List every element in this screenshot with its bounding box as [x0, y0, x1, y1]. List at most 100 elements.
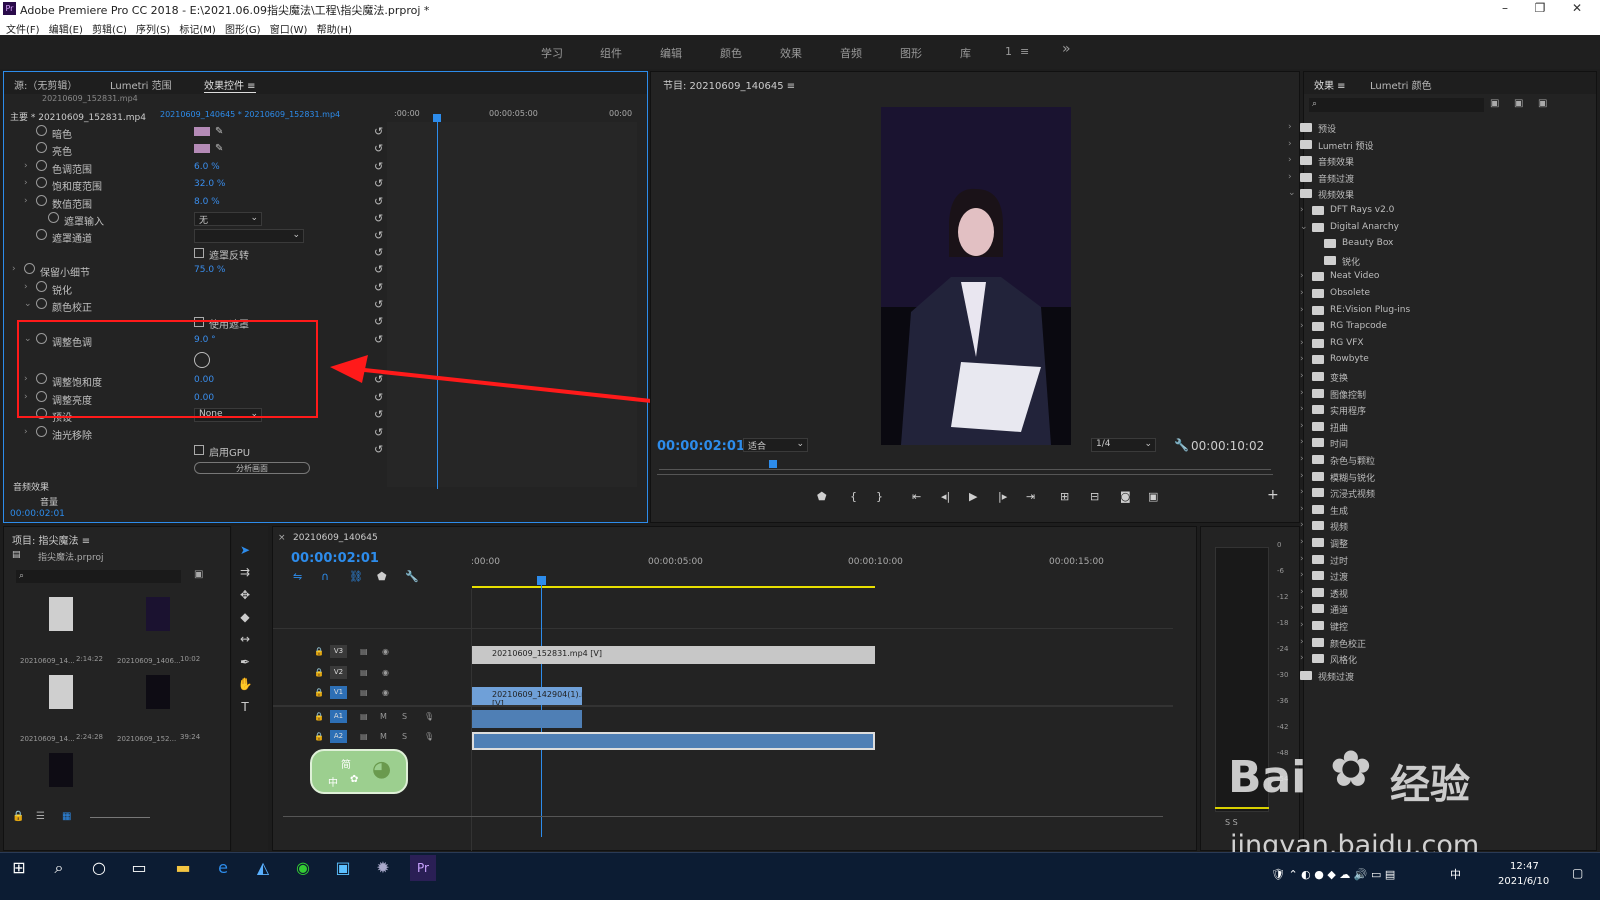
- reset-icon[interactable]: ↺: [374, 142, 383, 155]
- effects-tree-item[interactable]: › Lumetri 预设: [1288, 138, 1568, 154]
- reset-icon[interactable]: ↺: [374, 298, 383, 311]
- mute-icon[interactable]: M: [380, 732, 387, 741]
- effects-tree-item[interactable]: 锐化: [1288, 254, 1568, 270]
- selection-tool-icon[interactable]: ➤: [236, 543, 254, 561]
- go-to-in-icon[interactable]: ⇤: [912, 490, 921, 503]
- stopwatch-icon[interactable]: [36, 298, 47, 309]
- icon-view-icon[interactable]: ▦: [62, 811, 71, 822]
- wrench-icon[interactable]: 🔧: [1174, 438, 1189, 452]
- effect-playhead-handle[interactable]: [433, 114, 441, 122]
- menu-sequence[interactable]: 序列(S): [136, 21, 170, 36]
- expand-arrow-icon[interactable]: ›: [1300, 637, 1304, 647]
- effect-property-row[interactable]: 遮罩输入无 ⌄ ↺: [12, 211, 392, 228]
- step-forward-icon[interactable]: |▸: [998, 490, 1007, 503]
- reset-icon[interactable]: ↺: [374, 281, 383, 294]
- menu-help[interactable]: 帮助(H): [317, 21, 352, 36]
- workspace-tab[interactable]: 图形: [900, 45, 922, 61]
- pen-tool-icon[interactable]: ✒: [236, 655, 254, 673]
- microphone-icon[interactable]: 🎙: [424, 712, 434, 721]
- checkbox[interactable]: [194, 248, 204, 258]
- work-area-bar[interactable]: [472, 586, 875, 588]
- effects-tree-item[interactable]: › Neat Video: [1288, 270, 1568, 286]
- stopwatch-icon[interactable]: [36, 195, 47, 206]
- effect-playhead[interactable]: [437, 119, 438, 489]
- effects-tree-item[interactable]: › 透视: [1288, 586, 1568, 602]
- close-button[interactable]: ✕: [1562, 1, 1592, 17]
- expand-arrow-icon[interactable]: ⌄: [1288, 188, 1296, 198]
- reset-icon[interactable]: ↺: [374, 333, 383, 346]
- program-scrubber[interactable]: [659, 460, 1271, 470]
- workspace-tab[interactable]: 效果: [780, 45, 802, 61]
- workspace-tab[interactable]: 学习: [541, 45, 563, 61]
- lock-icon[interactable]: 🔒: [12, 811, 24, 822]
- fx-volume-label[interactable]: 音量: [40, 495, 58, 508]
- maximize-button[interactable]: ❐: [1525, 1, 1555, 17]
- zoom-slider[interactable]: [90, 817, 150, 818]
- track-label[interactable]: A1: [330, 710, 347, 723]
- effects-tree-item[interactable]: › DFT Rays v2.0: [1288, 204, 1568, 220]
- type-tool-icon[interactable]: T: [236, 700, 254, 718]
- nest-icon[interactable]: ⇋: [293, 570, 302, 583]
- track-select-tool-icon[interactable]: ⇉: [236, 565, 254, 583]
- menu-marker[interactable]: 标记(M): [179, 21, 215, 36]
- tab-lumetri-scopes[interactable]: Lumetri 范围: [110, 77, 172, 92]
- add-marker-icon[interactable]: ⬟: [377, 570, 387, 583]
- timeline-timecode[interactable]: 00:00:02:01: [291, 551, 379, 566]
- 32bit-effects-icon[interactable]: ▣: [1514, 98, 1523, 109]
- mark-in-icon[interactable]: {: [850, 490, 857, 503]
- expand-arrow-icon[interactable]: ›: [1300, 454, 1304, 464]
- timeline-playhead-handle[interactable]: [537, 576, 546, 585]
- edge-icon[interactable]: e: [210, 855, 236, 881]
- workspace-tab-active[interactable]: 1: [1005, 45, 1012, 58]
- lock-icon[interactable]: 🔒: [314, 732, 324, 741]
- sync-lock-icon[interactable]: ▤: [360, 688, 368, 697]
- program-timecode[interactable]: 00:00:02:01: [657, 439, 745, 454]
- mark-out-icon[interactable]: }: [876, 490, 883, 503]
- effect-property-value[interactable]: 75.0 %: [194, 265, 225, 275]
- lock-icon[interactable]: 🔒: [314, 712, 324, 721]
- timeline-ruler[interactable]: :00:00 00:00:05:00 00:00:10:00 00:00:15:…: [471, 557, 1191, 581]
- effects-tree-item[interactable]: › 图像控制: [1288, 387, 1568, 403]
- track-label[interactable]: V1: [330, 686, 347, 699]
- expand-arrow-icon[interactable]: ›: [1300, 603, 1304, 613]
- effects-tree-item[interactable]: ⌄ 视频效果: [1288, 187, 1568, 203]
- effect-property-row[interactable]: › 色调范围 6.0 % ↺: [12, 159, 392, 176]
- effect-property-row[interactable]: 暗色 ✎ ↺: [12, 124, 392, 141]
- timeline-settings-icon[interactable]: 🔧: [405, 570, 419, 583]
- checkbox[interactable]: [194, 445, 204, 455]
- zoom-scrollbar[interactable]: [657, 474, 1273, 475]
- task-view-icon[interactable]: ▭: [126, 855, 152, 881]
- expand-arrow-icon[interactable]: ⌄: [1300, 222, 1308, 232]
- stopwatch-icon[interactable]: [48, 212, 59, 223]
- timeline-scrollbar[interactable]: [283, 816, 1163, 817]
- expand-arrow-icon[interactable]: ›: [1300, 471, 1304, 481]
- effects-tree-item[interactable]: › 音频效果: [1288, 154, 1568, 170]
- expand-arrow-icon[interactable]: ›: [24, 196, 28, 206]
- clip-v3[interactable]: 20210609_152831.mp4 [V]: [472, 646, 875, 664]
- solo-icon[interactable]: S: [402, 712, 407, 721]
- menu-window[interactable]: 窗口(W): [270, 21, 308, 36]
- clip-a2[interactable]: [472, 732, 875, 750]
- app-icon[interactable]: ✹: [370, 855, 396, 881]
- stopwatch-icon[interactable]: [36, 125, 47, 136]
- go-to-out-icon[interactable]: ⇥: [1026, 490, 1035, 503]
- expand-arrow-icon[interactable]: ›: [1288, 139, 1292, 149]
- effect-property-row[interactable]: › 饱和度范围 32.0 % ↺: [12, 176, 392, 193]
- ime-punct-icon[interactable]: ✿: [350, 774, 358, 785]
- reset-icon[interactable]: ↺: [374, 195, 383, 208]
- ime-indicator[interactable]: 中: [1450, 866, 1461, 882]
- eyedropper-icon[interactable]: ✎: [215, 143, 223, 154]
- ime-mode[interactable]: 简: [341, 756, 351, 771]
- workspace-tab[interactable]: 颜色: [720, 45, 742, 61]
- effects-tree-item[interactable]: › RG Trapcode: [1288, 320, 1568, 336]
- expand-arrow-icon[interactable]: ›: [1300, 620, 1304, 630]
- expand-arrow-icon[interactable]: ›: [1300, 520, 1304, 530]
- expand-arrow-icon[interactable]: ›: [24, 282, 28, 292]
- reset-icon[interactable]: ↺: [374, 229, 383, 242]
- tab-effect-controls[interactable]: 效果控件 ≡: [204, 77, 256, 93]
- project-search-input[interactable]: ⌕: [16, 570, 181, 583]
- step-back-icon[interactable]: ◂|: [941, 490, 950, 503]
- razor-tool-icon[interactable]: ◆: [236, 610, 254, 628]
- menu-edit[interactable]: 编辑(E): [49, 21, 83, 36]
- effect-dropdown[interactable]: ⌄: [194, 229, 304, 243]
